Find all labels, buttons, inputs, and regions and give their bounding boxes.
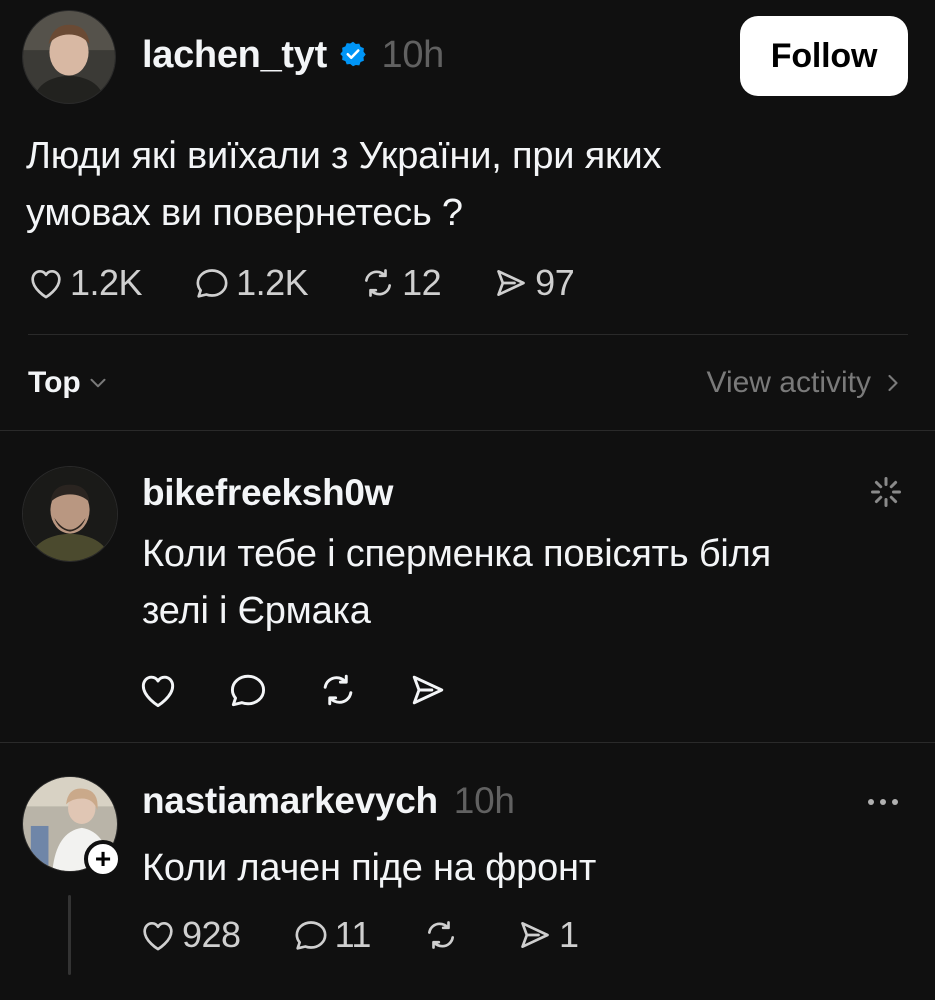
post-timestamp: 10h bbox=[381, 34, 445, 76]
repost-count: 12 bbox=[402, 262, 442, 303]
repost-icon bbox=[365, 269, 392, 297]
like-count: 928 bbox=[182, 914, 241, 955]
view-activity-label: View activity bbox=[706, 366, 871, 399]
comment-button[interactable]: 11 bbox=[291, 914, 371, 956]
share-button[interactable]: 1 bbox=[515, 914, 579, 956]
comment-button[interactable]: 1.2K bbox=[192, 262, 309, 304]
post-author-avatar[interactable] bbox=[22, 10, 116, 104]
divider bbox=[0, 742, 935, 743]
divider bbox=[28, 334, 908, 335]
post-stats-bar: 1.2K 1.2K 12 97 bbox=[26, 262, 575, 304]
thread-line bbox=[68, 895, 71, 975]
like-count: 1.2K bbox=[70, 262, 143, 303]
reply-text-line: Коли тебе і сперменка повісять біля bbox=[142, 533, 771, 575]
comment-icon[interactable] bbox=[226, 668, 270, 712]
reply-timestamp: 10h bbox=[453, 780, 515, 821]
repost-icon[interactable] bbox=[316, 668, 360, 712]
post-author-username[interactable]: lachen_tyt 10h bbox=[142, 34, 444, 77]
send-icon bbox=[497, 270, 526, 296]
like-button[interactable]: 928 bbox=[138, 914, 241, 956]
reply-author-name[interactable]: nastiamarkevych bbox=[142, 780, 438, 821]
comment-count: 11 bbox=[334, 914, 372, 955]
reply-body: Коли тебе і сперменка повісять біля зелі… bbox=[142, 526, 771, 640]
reply-actions bbox=[136, 668, 450, 712]
post-body: Люди які виїхали з України, при яких умо… bbox=[26, 128, 662, 242]
view-activity-link[interactable]: View activity bbox=[706, 366, 907, 400]
send-icon[interactable] bbox=[406, 668, 450, 712]
repost-icon bbox=[427, 921, 454, 949]
like-button[interactable]: 1.2K bbox=[26, 262, 143, 304]
heart-icon[interactable] bbox=[136, 668, 180, 712]
reply-text-line: зелі і Єрмака bbox=[142, 590, 371, 632]
heart-icon bbox=[143, 922, 173, 951]
reply-author-username[interactable]: nastiamarkevych 10h bbox=[142, 780, 515, 822]
loading-spinner-icon bbox=[871, 477, 901, 507]
comment-count: 1.2K bbox=[236, 262, 309, 303]
heart-icon bbox=[31, 270, 61, 299]
comment-icon bbox=[295, 921, 327, 950]
post-author-name[interactable]: lachen_tyt bbox=[142, 34, 327, 76]
repost-button[interactable] bbox=[421, 915, 465, 955]
more-options-icon[interactable] bbox=[866, 794, 900, 810]
reply-stats-bar: 928 11 1 bbox=[138, 914, 579, 956]
chevron-right-icon bbox=[888, 374, 898, 392]
post-text-line: Люди які виїхали з України, при яких bbox=[26, 135, 662, 177]
share-button[interactable]: 97 bbox=[491, 262, 575, 304]
post-text-line: умовах ви повернетесь ? bbox=[26, 192, 463, 234]
replies-sort-row: Top View activity bbox=[28, 360, 907, 406]
send-icon bbox=[521, 922, 549, 948]
divider bbox=[0, 430, 935, 431]
reply-author-username[interactable]: bikefreeksh0w bbox=[142, 472, 393, 514]
follow-button[interactable]: Follow bbox=[740, 16, 908, 96]
follow-plus-badge[interactable]: + bbox=[84, 840, 122, 878]
share-count: 97 bbox=[535, 262, 575, 303]
verified-badge-icon bbox=[340, 41, 366, 67]
reply-author-avatar[interactable] bbox=[22, 466, 118, 562]
sort-label: Top bbox=[28, 366, 81, 399]
comment-icon bbox=[196, 269, 228, 298]
repost-button[interactable]: 12 bbox=[358, 262, 442, 304]
sort-dropdown[interactable]: Top bbox=[28, 366, 111, 400]
chevron-down-icon bbox=[90, 378, 106, 388]
reply-body: Коли лачен піде на фронт bbox=[142, 847, 597, 889]
share-count: 1 bbox=[558, 914, 579, 955]
